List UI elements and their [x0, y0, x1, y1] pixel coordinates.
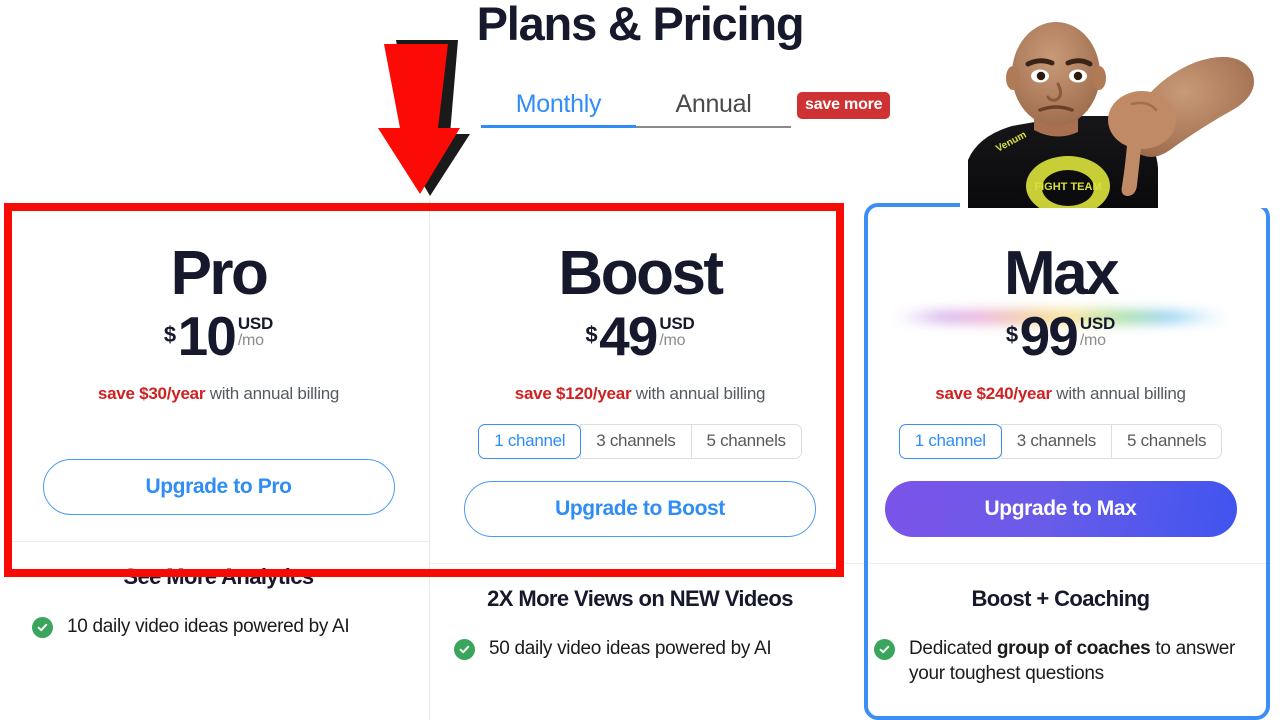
upgrade-button-boost[interactable]: Upgrade to Boost [464, 480, 816, 537]
savings-suffix: with annual billing [631, 383, 766, 403]
channel-option-3[interactable]: 3 channels [1000, 423, 1113, 459]
currency-code: USD [659, 314, 695, 333]
tab-monthly[interactable]: Monthly [481, 84, 636, 124]
savings-amount: save $30/year [97, 383, 206, 403]
features-max: Boost + Coaching Dedicated group of coac… [850, 562, 1271, 687]
channel-option-1[interactable]: 1 channel [478, 423, 582, 459]
svg-text:Venum: Venum [994, 129, 1028, 154]
feature-item: Dedicated group of coaches to answer you… [874, 636, 1247, 687]
savings-amount: save $120/year [514, 383, 632, 403]
feature-text-before: Dedicated [909, 637, 997, 659]
tab-underline-inactive [636, 126, 791, 128]
plan-name-boost: Boost [558, 239, 724, 308]
channel-selector-boost: 1 channel 3 channels 5 channels [452, 423, 828, 459]
savings-line-boost: save $120/year with annual billing [452, 384, 828, 404]
channel-option-1[interactable]: 1 channel [898, 423, 1002, 459]
plan-card-pro: Pro $ 10 USD /mo save $30/year with annu… [8, 199, 429, 720]
price-block-max: $ 99 USD /mo [872, 305, 1249, 367]
savings-line-pro: save $30/year with annual billing [30, 384, 407, 404]
price-block-pro: $ 10 USD /mo [30, 305, 407, 367]
check-circle-icon [32, 616, 53, 638]
price-period: /mo [1079, 331, 1106, 349]
svg-text:FIGHT: FIGHT [1080, 83, 1099, 112]
plan-name-pro: Pro [170, 239, 269, 308]
feature-heading-max: Boost + Coaching [971, 585, 1150, 611]
feature-item: 50 daily video ideas powered by AI [454, 636, 826, 661]
channel-selector-spacer [30, 404, 407, 437]
price-period: /mo [659, 331, 686, 349]
page-title: Plans & Pricing [476, 0, 805, 50]
currency-code: USD [237, 314, 274, 333]
check-circle-icon [454, 638, 475, 660]
currency-symbol: $ [585, 322, 598, 347]
feature-text: 10 daily video ideas powered by AI [67, 615, 350, 637]
features-boost: 2X More Views on NEW Videos 50 daily vid… [430, 562, 850, 662]
feature-heading-pro: See More Analytics [123, 563, 314, 589]
feature-text-bold: group of coaches [996, 637, 1151, 659]
tab-underline [481, 125, 791, 128]
save-more-badge[interactable]: save more [797, 92, 891, 119]
svg-text:FIGHT TEAM: FIGHT TEAM [1034, 181, 1101, 193]
pricing-page: Plans & Pricing Monthly Annual save more… [0, 0, 1280, 720]
tab-underline-active [481, 125, 636, 128]
savings-amount: save $240/year [935, 383, 1052, 403]
features-pro: See More Analytics 10 daily video ideas … [8, 540, 429, 640]
feature-item: 10 daily video ideas powered by AI [32, 614, 405, 639]
currency-code: USD [1079, 314, 1116, 333]
feature-heading-boost: 2X More Views on NEW Videos [487, 585, 793, 611]
plan-card-boost: Boost $ 49 USD /mo save $120/year with a… [429, 199, 850, 720]
price-period: /mo [237, 331, 264, 349]
savings-line-max: save $240/year with annual billing [872, 384, 1249, 404]
check-circle-icon [874, 638, 895, 660]
plan-card-grid: Pro $ 10 USD /mo save $30/year with annu… [8, 199, 1272, 720]
currency-symbol: $ [1005, 322, 1018, 347]
channel-option-5[interactable]: 5 channels [1111, 423, 1223, 459]
savings-suffix: with annual billing [1051, 383, 1186, 403]
price-amount: 99 [1019, 305, 1079, 367]
billing-period-toggle: Monthly Annual [481, 84, 791, 130]
feature-text: Dedicated group of coaches to answer you… [909, 636, 1247, 687]
plan-name-max: Max [1003, 239, 1120, 308]
savings-suffix: with annual billing [205, 383, 340, 403]
upgrade-button-pro[interactable]: Upgrade to Pro [42, 458, 395, 515]
currency-symbol: $ [163, 322, 176, 347]
price-amount: 10 [177, 305, 237, 367]
channel-option-5[interactable]: 5 channels [690, 423, 802, 459]
upgrade-button-max[interactable]: Upgrade to Max [884, 480, 1237, 537]
channel-option-3[interactable]: 3 channels [580, 423, 692, 459]
price-block-boost: $ 49 USD /mo [452, 305, 828, 367]
tab-annual[interactable]: Annual [636, 84, 791, 124]
plan-card-max: Max $ 99 USD /mo save $240/year with ann… [850, 199, 1271, 720]
price-amount: 49 [599, 305, 658, 367]
feature-text: 50 daily video ideas powered by AI [489, 637, 772, 659]
channel-selector-max: 1 channel 3 channels 5 channels [872, 423, 1249, 459]
